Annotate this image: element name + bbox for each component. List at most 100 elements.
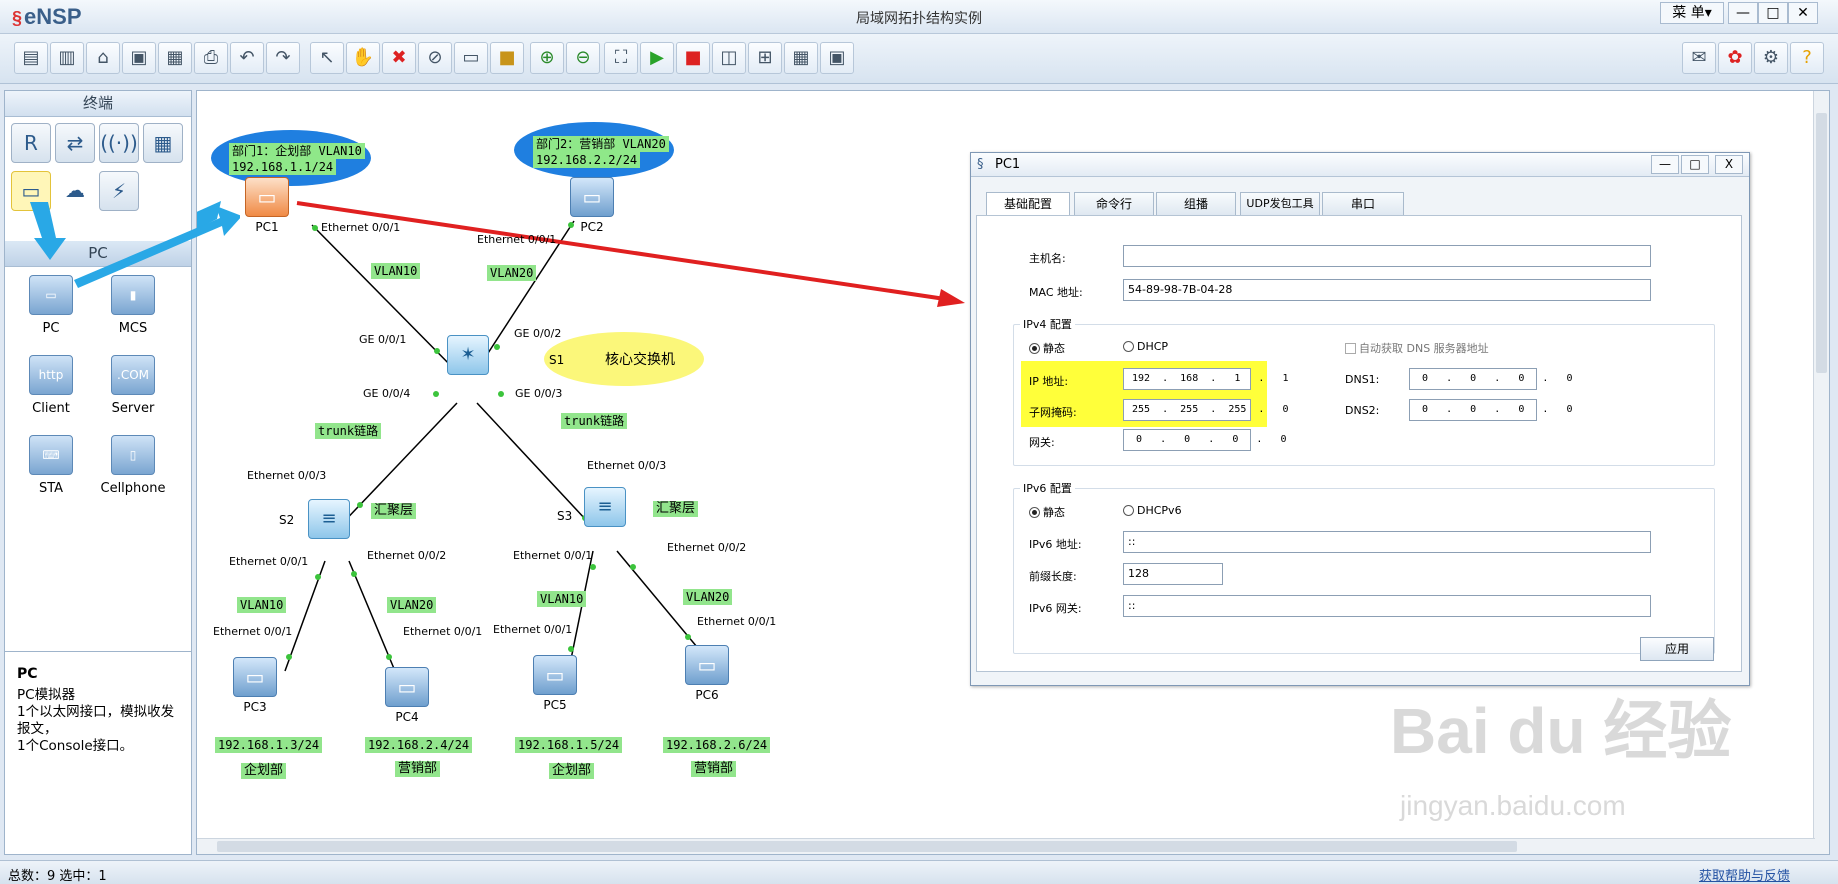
topology-icon[interactable]: ⊞ [748,42,782,74]
vertical-scrollbar[interactable] [1813,91,1829,854]
gateway-input[interactable]: 0 . 0 . 0 . 0 [1123,429,1287,451]
core-s1-label: S1 [549,353,565,367]
new-example-icon[interactable]: ▥ [50,42,84,74]
ipv6-gateway-input[interactable]: :: [1123,595,1651,617]
dialog-title-bar: § PC1 — □ X [971,153,1749,177]
tab-udp-tool[interactable]: UDP发包工具 [1240,192,1320,215]
tag-vlan20-s3: VLAN20 [683,589,733,605]
hostname-input[interactable] [1123,245,1651,267]
dns2-input[interactable]: 0 . 0 . 0 . 0 [1409,399,1573,421]
device-server[interactable]: .COM Server [93,355,173,416]
mac-input[interactable]: 54-89-98-7B-04-28 [1123,279,1651,301]
forum-icon[interactable]: ✉ [1682,42,1716,74]
horizontal-scroll-thumb[interactable] [217,841,1517,852]
dept-pc4: 营销部 [395,761,441,777]
stop-icon[interactable]: ■ [676,42,710,74]
select-icon[interactable]: ↖ [310,42,344,74]
pc1-icon: ▭ [245,177,289,217]
ipv6-address-input[interactable]: :: [1123,531,1651,553]
prefix-input[interactable]: 128 [1123,563,1223,585]
desc-text: PC模拟器 1个以太网接口，模拟收发报文， 1个Console接口。 [17,687,175,754]
ipv6-dhcp-radio[interactable]: DHCPv6 [1123,504,1182,517]
screenshot-icon[interactable]: ▣ [820,42,854,74]
ipv6-static-radio[interactable]: 静态 [1029,504,1065,520]
ipv4-dhcp-radio[interactable]: DHCP [1123,340,1168,353]
delete-all-icon[interactable]: ⊘ [418,42,452,74]
zoom-out-icon[interactable]: ⊖ [566,42,600,74]
auto-dns-checkbox[interactable]: 自动获取 DNS 服务器地址 [1345,340,1489,356]
node-s3[interactable]: ≡ [584,487,626,527]
help-feedback-link[interactable]: 获取帮助与反馈 [1699,865,1790,884]
undo-icon[interactable]: ↶ [230,42,264,74]
delete-icon[interactable]: ✖ [382,42,416,74]
dialog-maximize-button[interactable]: □ [1681,155,1709,174]
tag-agg-right: 汇聚层 [653,501,699,517]
ipv6-legend: IPv6 配置 [1020,480,1075,496]
zoom-in-icon[interactable]: ⊕ [530,42,564,74]
radio-unchecked-icon [1123,505,1134,516]
node-pc6[interactable]: ▭ PC6 [685,645,729,702]
maximize-button[interactable]: □ [1758,2,1788,24]
capture-icon[interactable]: ◫ [712,42,746,74]
radio-checked-icon [1029,343,1040,354]
pc4-icon: ▭ [385,667,429,707]
save-as-icon[interactable]: ▦ [158,42,192,74]
new-topo-icon[interactable]: ▤ [14,42,48,74]
minimize-button[interactable]: — [1728,2,1758,24]
dns1-input[interactable]: 0 . 0 . 0 . 0 [1409,368,1573,390]
port-s1-ge4: GE 0/0/4 [363,387,411,400]
checkbox-icon [1345,343,1356,354]
node-s1[interactable]: ✶ [447,335,489,375]
dialog-minimize-button[interactable]: — [1651,155,1679,174]
close-button[interactable]: ✕ [1788,2,1818,24]
huawei-icon[interactable]: ✿ [1718,42,1752,74]
node-pc1[interactable]: ▭ PC1 [245,177,289,234]
device-cellphone[interactable]: ▯ Cellphone [93,435,173,496]
start-icon[interactable]: ▶ [640,42,674,74]
ip-input[interactable]: 192 . 168 . 1 . 1 [1123,368,1289,390]
ip-pc5: 192.168.1.5/24 [515,737,623,753]
dept2-label-1: 部门2：营销部 VLAN20 [533,136,669,152]
node-pc2[interactable]: ▭ PC2 [570,177,614,234]
text-note-icon[interactable]: ▭ [454,42,488,74]
status-bar: 总数：9 选中：1 获取帮助与反馈 [0,860,1838,884]
wlan-icon[interactable]: ((·)) [99,123,139,163]
node-pc3[interactable]: ▭ PC3 [233,657,277,714]
port-pc6: Ethernet 0/0/1 [697,615,777,628]
device-sta[interactable]: ⌨ STA [11,435,91,496]
horizontal-scrollbar[interactable] [197,838,1815,854]
settings-icon[interactable]: ⚙ [1754,42,1788,74]
open-icon[interactable]: ⌂ [86,42,120,74]
grid-icon[interactable]: ▦ [784,42,818,74]
save-icon[interactable]: ▣ [122,42,156,74]
fit-icon[interactable]: ⛶ [604,42,638,74]
sta-icon: ⌨ [29,435,73,475]
dept-pc6: 营销部 [691,761,737,777]
mask-input[interactable]: 255 . 255 . 255 . 0 [1123,399,1289,421]
tab-basic-config[interactable]: 基础配置 [986,192,1070,216]
router-icon[interactable]: R [11,123,51,163]
node-s2[interactable]: ≡ [308,499,350,539]
mac-label: MAC 地址: [1029,286,1083,299]
pan-icon[interactable]: ✋ [346,42,380,74]
rectangle-icon[interactable]: ■ [490,42,524,74]
apply-button[interactable]: 应用 [1640,637,1714,661]
device-client[interactable]: http Client [11,355,91,416]
menu-button[interactable]: 菜 单▾ [1660,2,1724,24]
dialog-close-button[interactable]: X [1715,155,1743,174]
node-pc4[interactable]: ▭ PC4 [385,667,429,724]
print-icon[interactable]: ⎙ [194,42,228,74]
tab-command-line[interactable]: 命令行 [1074,192,1154,215]
help-icon[interactable]: ? [1790,42,1824,74]
baidu-watermark: Bai du 经验 [1390,695,1732,767]
desc-title: PC [17,666,38,682]
firewall-icon[interactable]: ▦ [143,123,183,163]
node-pc5[interactable]: ▭ PC5 [533,655,577,712]
tag-trunk-left: trunk链路 [315,423,382,439]
redo-icon[interactable]: ↷ [266,42,300,74]
tab-multicast[interactable]: 组播 [1156,192,1236,215]
ipv4-static-radio[interactable]: 静态 [1029,340,1065,356]
vertical-scroll-thumb[interactable] [1816,113,1827,373]
tab-serial[interactable]: 串口 [1322,192,1404,215]
switch-icon[interactable]: ⇄ [55,123,95,163]
